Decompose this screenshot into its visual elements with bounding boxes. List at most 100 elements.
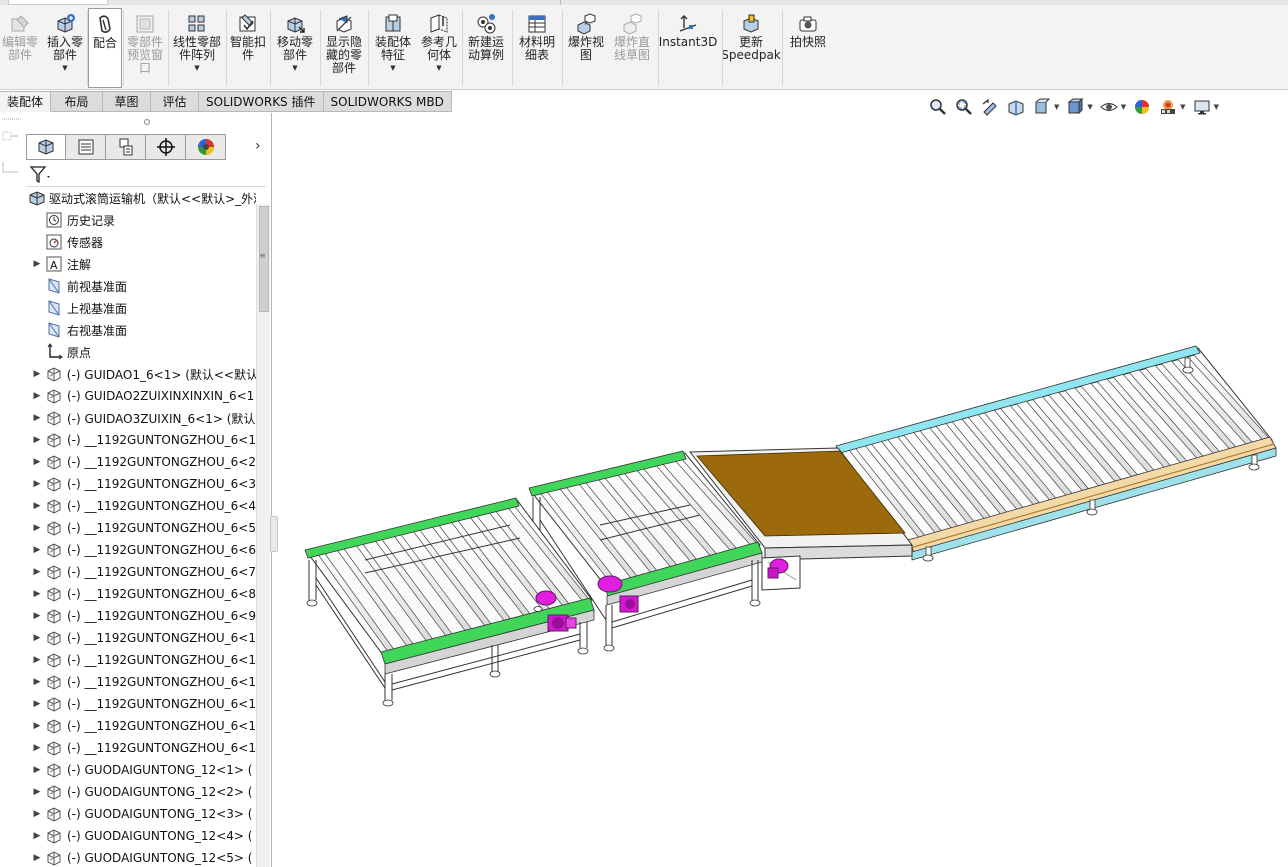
expand-arrow-icon[interactable]: ▶ [30,501,44,511]
expand-arrow-icon[interactable]: ▶ [30,809,44,819]
expand-arrow-icon[interactable]: ▶ [30,479,44,489]
tree-item[interactable]: ▶ (-) __1192GUNTONGZHOU_6<1 [26,671,256,693]
tabs-scroll-right-icon[interactable]: › [255,138,261,154]
tree-item[interactable]: ▶ (-) __1192GUNTONGZHOU_6<6 [26,539,256,561]
dropdown-arrow-icon[interactable]: ▼ [292,64,297,72]
expand-arrow-icon[interactable]: ▶ [30,765,44,775]
tree-item[interactable]: 右视基准面 [26,319,256,341]
expand-arrow-icon[interactable]: ▶ [30,413,44,423]
tree-item[interactable]: ▶ (-) __1192GUNTONGZHOU_6<1 [26,649,256,671]
expand-arrow-icon[interactable]: ▶ [30,391,44,401]
hide-show-items-icon[interactable] [1099,97,1119,117]
tree-item[interactable]: 原点 [26,341,256,363]
ribbon-button-reference-geometry[interactable]: 参考几 何体 ▼ [418,8,460,88]
view-settings-icon[interactable] [1192,97,1212,117]
tree-item[interactable]: 前视基准面 [26,275,256,297]
section-view-icon[interactable] [1006,97,1026,117]
zoom-to-area-icon[interactable] [954,97,974,117]
panel-splitter-handle[interactable] [144,119,150,125]
view-orientation-dropdown-icon[interactable]: ▼ [1054,103,1059,111]
tree-item[interactable]: ▶ (-) __1192GUNTONGZHOU_6<4 [26,495,256,517]
tab-2[interactable]: 草图 [103,91,152,112]
tree-item[interactable]: ▶ (-) __1192GUNTONGZHOU_6<5 [26,517,256,539]
ribbon-button-exploded-view[interactable]: 爆炸视 图 [564,8,608,88]
tree-item[interactable]: ▶ (-) __1192GUNTONGZHOU_6<1 [26,429,256,451]
tree-scrollbar[interactable]: ≡ [256,204,270,867]
tab-3[interactable]: 评估 [151,91,200,112]
tree-item[interactable]: ▶ (-) GUIDAO2ZUIXINXINXIN_6<1 [26,385,256,407]
ribbon-button-instant3d[interactable]: Instant3D [659,8,717,88]
ribbon-button-show-hidden[interactable]: 显示隐 藏的零 部件 [322,8,366,88]
view-settings-dropdown-icon[interactable]: ▼ [1214,103,1219,111]
panel-grip[interactable] [0,113,24,121]
expand-arrow-icon[interactable]: ▶ [30,831,44,841]
tree-item[interactable]: ▶ (-) __1192GUNTONGZHOU_6<1 [26,715,256,737]
tree-item[interactable]: ▶ (-) __1192GUNTONGZHOU_6<7 [26,561,256,583]
collapsed-panel-icon-2[interactable] [0,158,20,178]
tab-0[interactable]: 装配体 [0,91,52,112]
expand-arrow-icon[interactable]: ▶ [30,677,44,687]
tree-item[interactable]: ▶ (-) GUIDAO1_6<1> (默认<<默认 [26,363,256,385]
ribbon-button-snapshot[interactable]: 拍快照 [784,8,832,88]
display-style-dropdown-icon[interactable]: ▼ [1087,103,1092,111]
ribbon-button-component-preview[interactable]: 零部件 预览窗 口 [124,8,166,88]
expand-arrow-icon[interactable]: ▶ [30,699,44,709]
tree-item[interactable]: ▶ (-) __1192GUNTONGZHOU_6<1 [26,627,256,649]
ribbon-button-assembly-features[interactable]: 装配体 特征 ▼ [370,8,416,88]
propertymanager-tab[interactable] [66,134,106,160]
expand-arrow-icon[interactable]: ▶ [30,545,44,555]
view-orientation-icon[interactable] [1032,97,1052,117]
tab-1[interactable]: 布局 [51,91,104,112]
tree-item[interactable]: 历史记录 [26,209,256,231]
expand-arrow-icon[interactable]: ▶ [30,369,44,379]
expand-arrow-icon[interactable]: ▶ [30,743,44,753]
tree-item[interactable]: ▶ (-) GUODAIGUNTONG_12<1> ( [26,759,256,781]
zoom-to-fit-icon[interactable] [928,97,948,117]
dropdown-arrow-icon[interactable]: ▼ [436,64,441,72]
edit-appearance-icon[interactable] [1132,97,1152,117]
ribbon-button-explode-line-sketch[interactable]: 爆炸直 线草图 [610,8,654,88]
ribbon-button-smart-fasteners[interactable]: 智能扣 件 [227,8,269,88]
tree-item[interactable]: ▶ (-) __1192GUNTONGZHOU_6<2 [26,451,256,473]
expand-arrow-icon[interactable]: ▶ [30,567,44,577]
conveyor-model[interactable] [273,120,1288,867]
ribbon-button-linear-pattern[interactable]: 线性零部 件阵列 ▼ [170,8,224,88]
filter-button[interactable] [28,164,56,186]
expand-arrow-icon[interactable]: ▶ [30,787,44,797]
expand-arrow-icon[interactable]: ▶ [30,655,44,665]
expand-arrow-icon[interactable]: ▶ [30,435,44,445]
expand-arrow-icon[interactable]: ▶ [30,633,44,643]
configurationmanager-tab[interactable] [106,134,146,160]
expand-arrow-icon[interactable]: ▶ [30,259,44,269]
tree-item[interactable]: ▶ (-) __1192GUNTONGZHOU_6<8 [26,583,256,605]
dropdown-arrow-icon[interactable]: ▼ [62,64,67,72]
collapsed-panel-icon[interactable] [0,128,20,148]
tree-item[interactable]: ▶ (-) GUODAIGUNTONG_12<5> ( [26,847,256,867]
expand-arrow-icon[interactable]: ▶ [30,457,44,467]
hide-show-dropdown-icon[interactable]: ▼ [1121,103,1126,111]
ribbon-button-motion-study[interactable]: 新建运 动算例 [464,8,508,88]
ribbon-button-edit-component[interactable]: 编辑零 部件 [0,8,40,88]
ribbon-button-mate[interactable]: 配合 [88,8,122,88]
expand-arrow-icon[interactable]: ▶ [30,589,44,599]
dropdown-arrow-icon[interactable]: ▼ [194,64,199,72]
tree-item[interactable]: ▶ (-) __1192GUNTONGZHOU_6<9 [26,605,256,627]
apply-scene-dropdown-icon[interactable]: ▼ [1180,103,1185,111]
displaymanager-tab[interactable] [186,134,226,160]
ribbon-button-insert-component[interactable]: 插入零 部件 ▼ [44,8,86,88]
tree-root[interactable]: 驱动式滚筒运输机（默认<<默认>_外观 [26,187,256,209]
tree-item[interactable]: ▶ A 注解 [26,253,256,275]
tree-item[interactable]: ▶ (-) GUODAIGUNTONG_12<3> ( [26,803,256,825]
graphics-area[interactable] [273,120,1288,867]
previous-view-icon[interactable] [980,97,1000,117]
tree-item[interactable]: ▶ (-) GUODAIGUNTONG_12<4> ( [26,825,256,847]
expand-arrow-icon[interactable]: ▶ [30,523,44,533]
dropdown-arrow-icon[interactable]: ▼ [390,64,395,72]
ribbon-button-move-component[interactable]: 移动零 部件 ▼ [272,8,318,88]
tree-item[interactable]: 上视基准面 [26,297,256,319]
featuremanager-tab[interactable] [26,134,66,160]
apply-scene-icon[interactable] [1158,97,1178,117]
tree-item[interactable]: ▶ (-) GUODAIGUNTONG_12<2> ( [26,781,256,803]
ribbon-button-speedpak[interactable]: 更新 Speedpak [721,8,781,88]
expand-arrow-icon[interactable]: ▶ [30,611,44,621]
